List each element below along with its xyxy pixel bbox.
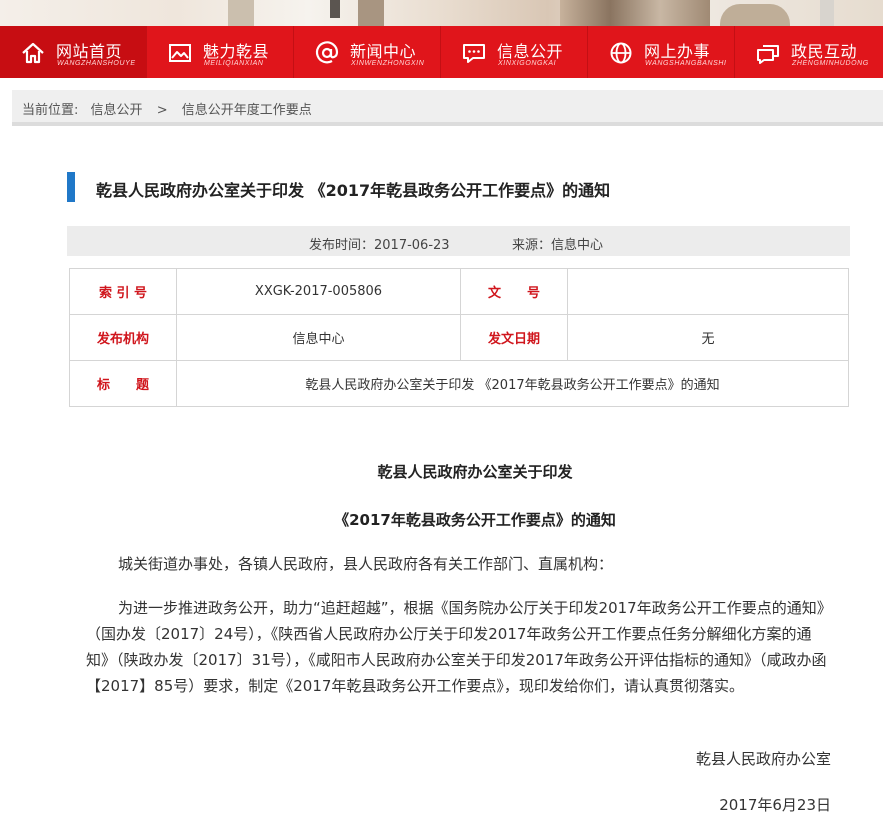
breadcrumb-link-info-public[interactable]: 信息公开 bbox=[91, 99, 143, 118]
article-greeting: 城关街道办事处，各镇人民政府，县人民政府各有关工作部门、直属机构： bbox=[118, 555, 614, 573]
globe-icon bbox=[610, 42, 632, 64]
breadcrumb-prefix: 当前位置: bbox=[22, 103, 79, 118]
nav-sublabel: ZHENGMINHUDONG bbox=[792, 60, 869, 67]
org-value: 信息中心 bbox=[176, 314, 461, 361]
nav-label: 政民互动 bbox=[791, 42, 858, 61]
nav-label: 网站首页 bbox=[56, 42, 123, 61]
date-value: 无 bbox=[567, 314, 849, 361]
article-heading-line1: 乾县人民政府办公室关于印发 bbox=[377, 463, 573, 481]
article-body: 为进一步推进政务公开，助力“追赶超越”，根据《国务院办公厅关于印发2017年政务… bbox=[86, 599, 827, 695]
table-row: 标 题 乾县人民政府办公室关于印发 《2017年乾县政务公开工作要点》的通知 bbox=[69, 360, 849, 407]
nav-sublabel: MEILIQIANXIAN bbox=[204, 60, 264, 67]
home-icon bbox=[22, 42, 44, 64]
nav-item-home[interactable]: 网站首页 WANGZHANSHOUYE bbox=[0, 26, 147, 78]
breadcrumb-separator: > bbox=[156, 103, 168, 118]
breadcrumb: 当前位置: 信息公开 > 信息公开年度工作要点 bbox=[12, 90, 883, 126]
nav-item-online-service[interactable]: 网上办事 WANGSHANGBANSHI bbox=[588, 26, 735, 78]
doc-no-label: 文 号 bbox=[460, 268, 568, 315]
page-title: 乾县人民政府办公室关于印发 《2017年乾县政务公开工作要点》的通知 bbox=[96, 181, 611, 200]
nav-item-charm[interactable]: 魅力乾县 MEILIQIANXIAN bbox=[147, 26, 294, 78]
banner-photo-6 bbox=[820, 0, 834, 26]
info-table: 索 引 号 XXGK-2017-005806 文 号 发布机构 信息中心 发文日… bbox=[69, 268, 849, 407]
banner-photo-4 bbox=[560, 0, 710, 26]
nav-sublabel: XINWENZHONGXIN bbox=[351, 60, 425, 67]
nav-label: 新闻中心 bbox=[350, 42, 417, 61]
nav-label: 魅力乾县 bbox=[203, 42, 270, 61]
header-banner bbox=[0, 0, 883, 26]
publish-time: 发布时间：2017-06-23 bbox=[309, 238, 450, 253]
doc-no-value bbox=[567, 268, 849, 315]
chat-icon bbox=[463, 44, 485, 63]
banner-photo-1 bbox=[228, 0, 254, 26]
nav-item-interaction[interactable]: 政民互动 ZHENGMINHUDONG bbox=[735, 26, 882, 78]
banner-photo-3 bbox=[358, 0, 384, 26]
title-label: 标 题 bbox=[69, 360, 177, 407]
main-nav: 网站首页 WANGZHANSHOUYE 魅力乾县 MEILIQIANXIAN 新… bbox=[0, 26, 883, 78]
table-row: 索 引 号 XXGK-2017-005806 文 号 bbox=[69, 268, 849, 315]
at-icon bbox=[315, 41, 339, 64]
article-meta: 发布时间：2017-06-23 来源：信息中心 bbox=[67, 226, 850, 256]
breadcrumb-link-annual-points[interactable]: 信息公开年度工作要点 bbox=[182, 99, 312, 118]
banner-photo-2 bbox=[330, 0, 340, 18]
picture-icon bbox=[169, 44, 191, 62]
nav-sublabel: WANGSHANGBANSHI bbox=[645, 60, 727, 67]
title-value: 乾县人民政府办公室关于印发 《2017年乾县政务公开工作要点》的通知 bbox=[176, 360, 849, 407]
org-label: 发布机构 bbox=[69, 314, 177, 361]
nav-sublabel: WANGZHANSHOUYE bbox=[57, 60, 136, 67]
article-source: 来源：信息中心 bbox=[512, 238, 604, 253]
nav-label: 信息公开 bbox=[497, 42, 564, 61]
nav-item-news[interactable]: 新闻中心 XINWENZHONGXIN bbox=[294, 26, 441, 78]
banner-photo-5 bbox=[720, 4, 790, 26]
speech-icon bbox=[757, 45, 779, 64]
title-accent-bar bbox=[67, 172, 75, 202]
table-row: 发布机构 信息中心 发文日期 无 bbox=[69, 314, 849, 361]
nav-label: 网上办事 bbox=[644, 42, 711, 61]
index-value: XXGK-2017-005806 bbox=[176, 268, 461, 315]
article-signature: 乾县人民政府办公室 bbox=[695, 750, 831, 768]
date-label: 发文日期 bbox=[460, 314, 568, 361]
nav-sublabel: XINXIGONGKAI bbox=[498, 60, 557, 67]
article-date: 2017年6月23日 bbox=[719, 796, 831, 814]
index-label: 索 引 号 bbox=[69, 268, 177, 315]
article-heading-line2: 《2017年乾县政务公开工作要点》的通知 bbox=[334, 511, 616, 529]
nav-item-info-public[interactable]: 信息公开 XINXIGONGKAI bbox=[441, 26, 588, 78]
